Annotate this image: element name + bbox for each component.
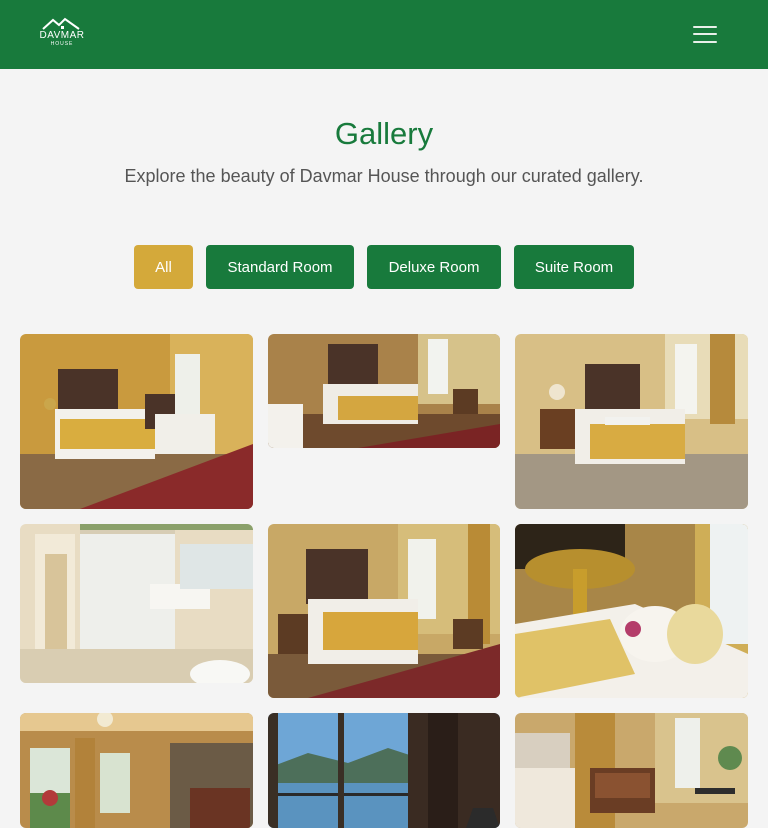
page-title: Gallery xyxy=(334,116,434,151)
gallery-photo-suite-sitting-area[interactable] xyxy=(515,713,748,828)
gallery-photo-bedroom-window-view[interactable] xyxy=(20,713,253,828)
hamburger-menu-icon[interactable] xyxy=(693,24,717,44)
gallery-photo-balcony-lake-view[interactable] xyxy=(268,713,500,828)
top-navbar: DAVMAR HOUSE xyxy=(0,0,768,69)
page-subtitle: Explore the beauty of Davmar House throu… xyxy=(124,166,644,186)
house-roof-logo-icon xyxy=(42,17,80,30)
gallery-photo-double-bedroom-wide[interactable] xyxy=(268,334,500,448)
logo-subtext: HOUSE xyxy=(50,41,74,47)
filter-all-button[interactable]: All xyxy=(134,245,193,289)
gallery-photo-pillows-closeup[interactable] xyxy=(515,524,748,698)
filter-deluxe-room-button[interactable]: Deluxe Room xyxy=(367,245,501,289)
logo-wordmark: DAVMAR xyxy=(39,30,85,41)
gallery-photo-twin-bedroom[interactable] xyxy=(20,334,253,509)
gallery-photo-bed-breakfast-tray[interactable] xyxy=(515,334,748,509)
filter-standard-room-button[interactable]: Standard Room xyxy=(206,245,354,289)
filter-suite-room-button[interactable]: Suite Room xyxy=(514,245,634,289)
davmar-house-logo[interactable]: DAVMAR HOUSE xyxy=(36,17,88,53)
gallery-photo-bathroom[interactable] xyxy=(20,524,253,683)
gallery-photo-deluxe-bedroom[interactable] xyxy=(268,524,500,698)
